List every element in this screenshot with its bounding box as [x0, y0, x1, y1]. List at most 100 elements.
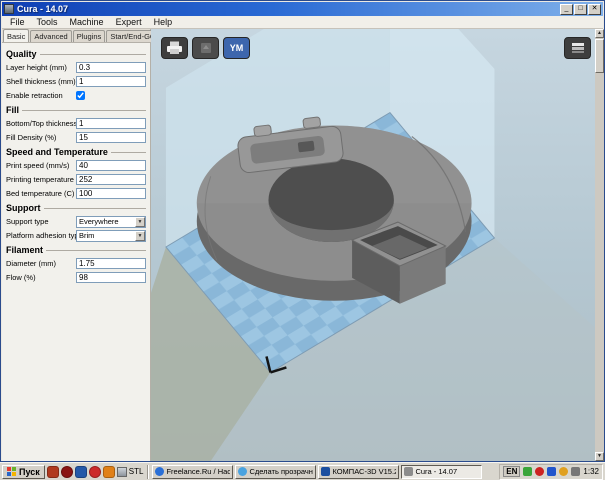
section-support-title: Support	[6, 203, 41, 213]
platform-adhesion-value: Brim	[79, 231, 94, 240]
load-model-icon	[166, 41, 183, 55]
language-indicator[interactable]: EN	[503, 466, 520, 477]
titlebar: Cura - 14.07 _ □ ✕	[2, 2, 603, 16]
quick-launch-bar: STL	[47, 466, 144, 478]
menu-machine[interactable]: Machine	[64, 17, 110, 27]
browser-icon	[238, 467, 247, 476]
section-fill-title: Fill	[6, 105, 19, 115]
task-freelance[interactable]: Freelance.Ru / Насл...	[152, 465, 233, 479]
section-rule	[44, 208, 147, 209]
scroll-up-icon[interactable]: ▲	[595, 29, 604, 38]
print-speed-label: Print speed (mm/s)	[6, 161, 76, 170]
quicklaunch-icon-5[interactable]	[103, 466, 115, 478]
quicklaunch-icon-2[interactable]	[61, 466, 73, 478]
view-mode-icon	[571, 42, 585, 54]
tray-icon-1[interactable]	[523, 467, 532, 476]
section-rule	[46, 250, 146, 251]
fill-density-input[interactable]	[76, 132, 146, 143]
bottom-top-thickness-label: Bottom/Top thickness (mm)	[6, 119, 76, 128]
window-title: Cura - 14.07	[17, 4, 557, 14]
tray-icon-2[interactable]	[535, 467, 544, 476]
tab-advanced[interactable]: Advanced	[30, 30, 71, 42]
minimize-button[interactable]: _	[560, 4, 573, 15]
viewport-3d[interactable]: YM	[151, 29, 595, 461]
windows-logo-icon	[7, 467, 16, 476]
support-type-label: Support type	[6, 217, 76, 226]
youmagine-share-button[interactable]: YM	[223, 37, 250, 59]
settings-tabs: Basic Advanced Plugins Start/End-GCode	[2, 29, 150, 43]
task-cura[interactable]: Cura - 14.07	[401, 465, 482, 479]
support-type-value: Everywhere	[79, 217, 119, 226]
section-speed-temp-title: Speed and Temperature	[6, 147, 108, 157]
taskbar-divider	[147, 465, 148, 479]
task-label: Freelance.Ru / Насл...	[166, 467, 230, 476]
taskbar-clock[interactable]: 1:32	[583, 467, 599, 476]
platform-adhesion-select[interactable]: Brim ▼	[76, 230, 146, 242]
fill-density-label: Fill Density (%)	[6, 133, 76, 142]
tray-icon-3[interactable]	[547, 467, 556, 476]
vertical-scrollbar[interactable]: ▲ ▼	[595, 29, 604, 461]
task-kompas3d[interactable]: КОМПАС-3D V15.2 ...	[318, 465, 399, 479]
stl-label: STL	[129, 467, 144, 476]
save-toolpath-button[interactable]	[192, 37, 219, 59]
bed-temperature-input[interactable]	[76, 188, 146, 199]
load-model-button[interactable]	[161, 37, 188, 59]
shell-thickness-label: Shell thickness (mm)	[6, 77, 76, 86]
quicklaunch-icon-3[interactable]	[75, 466, 87, 478]
start-button[interactable]: Пуск	[2, 465, 45, 479]
quicklaunch-icon-4[interactable]	[89, 466, 101, 478]
system-tray: EN 1:32	[499, 464, 603, 480]
quicklaunch-stl[interactable]: STL	[117, 467, 144, 477]
filament-diameter-label: Diameter (mm)	[6, 259, 76, 268]
bed-temperature-label: Bed temperature (C)	[6, 189, 76, 198]
start-button-label: Пуск	[19, 467, 40, 477]
tab-plugins[interactable]: Plugins	[73, 30, 106, 42]
enable-retraction-label: Enable retraction	[6, 91, 76, 100]
menubar: File Tools Machine Expert Help	[2, 16, 603, 29]
view-mode-button[interactable]	[564, 37, 591, 59]
tray-icon-4[interactable]	[559, 467, 568, 476]
settings-panel: Basic Advanced Plugins Start/End-GCode Q…	[2, 29, 151, 461]
menu-expert[interactable]: Expert	[110, 17, 148, 27]
printing-temperature-input[interactable]	[76, 174, 146, 185]
shell-thickness-input[interactable]	[76, 76, 146, 87]
chevron-down-icon: ▼	[135, 231, 145, 241]
filament-flow-label: Flow (%)	[6, 273, 76, 282]
cura-window: Cura - 14.07 _ □ ✕ File Tools Machine Ex…	[0, 0, 605, 462]
chevron-down-icon: ▼	[135, 217, 145, 227]
app-icon	[4, 4, 14, 14]
close-button[interactable]: ✕	[588, 4, 601, 15]
scrollbar-thumb[interactable]	[595, 39, 604, 73]
task-label: КОМПАС-3D V15.2 ...	[332, 467, 396, 476]
support-type-select[interactable]: Everywhere ▼	[76, 216, 146, 228]
section-rule	[111, 152, 146, 153]
menu-tools[interactable]: Tools	[31, 17, 64, 27]
enable-retraction-checkbox[interactable]	[76, 91, 85, 100]
section-rule	[40, 54, 146, 55]
3d-scene[interactable]	[151, 29, 595, 461]
volume-icon[interactable]	[571, 467, 580, 476]
stl-folder-icon	[117, 467, 127, 477]
layer-height-input[interactable]	[76, 62, 146, 73]
menu-help[interactable]: Help	[148, 17, 179, 27]
cura-icon	[404, 467, 413, 476]
quicklaunch-icon-1[interactable]	[47, 466, 59, 478]
task-browser[interactable]: Сделать прозрачны...	[235, 465, 316, 479]
globe-icon	[155, 467, 164, 476]
bottom-top-thickness-input[interactable]	[76, 118, 146, 129]
section-rule	[22, 110, 146, 111]
printing-temperature-label: Printing temperature (C)	[6, 175, 76, 184]
scroll-down-icon[interactable]: ▼	[595, 452, 604, 461]
tab-basic[interactable]: Basic	[3, 29, 29, 42]
layer-height-label: Layer height (mm)	[6, 63, 76, 72]
filament-diameter-input[interactable]	[76, 258, 146, 269]
youmagine-logo: YM	[230, 43, 244, 53]
filament-flow-input[interactable]	[76, 272, 146, 283]
section-filament-title: Filament	[6, 245, 43, 255]
print-speed-input[interactable]	[76, 160, 146, 171]
taskbar: Пуск STL Freelance.Ru / Насл... Сделать …	[0, 462, 605, 480]
menu-file[interactable]: File	[4, 17, 31, 27]
maximize-button[interactable]: □	[574, 4, 587, 15]
platform-adhesion-label: Platform adhesion type	[6, 231, 76, 240]
task-label: Cura - 14.07	[415, 467, 457, 476]
